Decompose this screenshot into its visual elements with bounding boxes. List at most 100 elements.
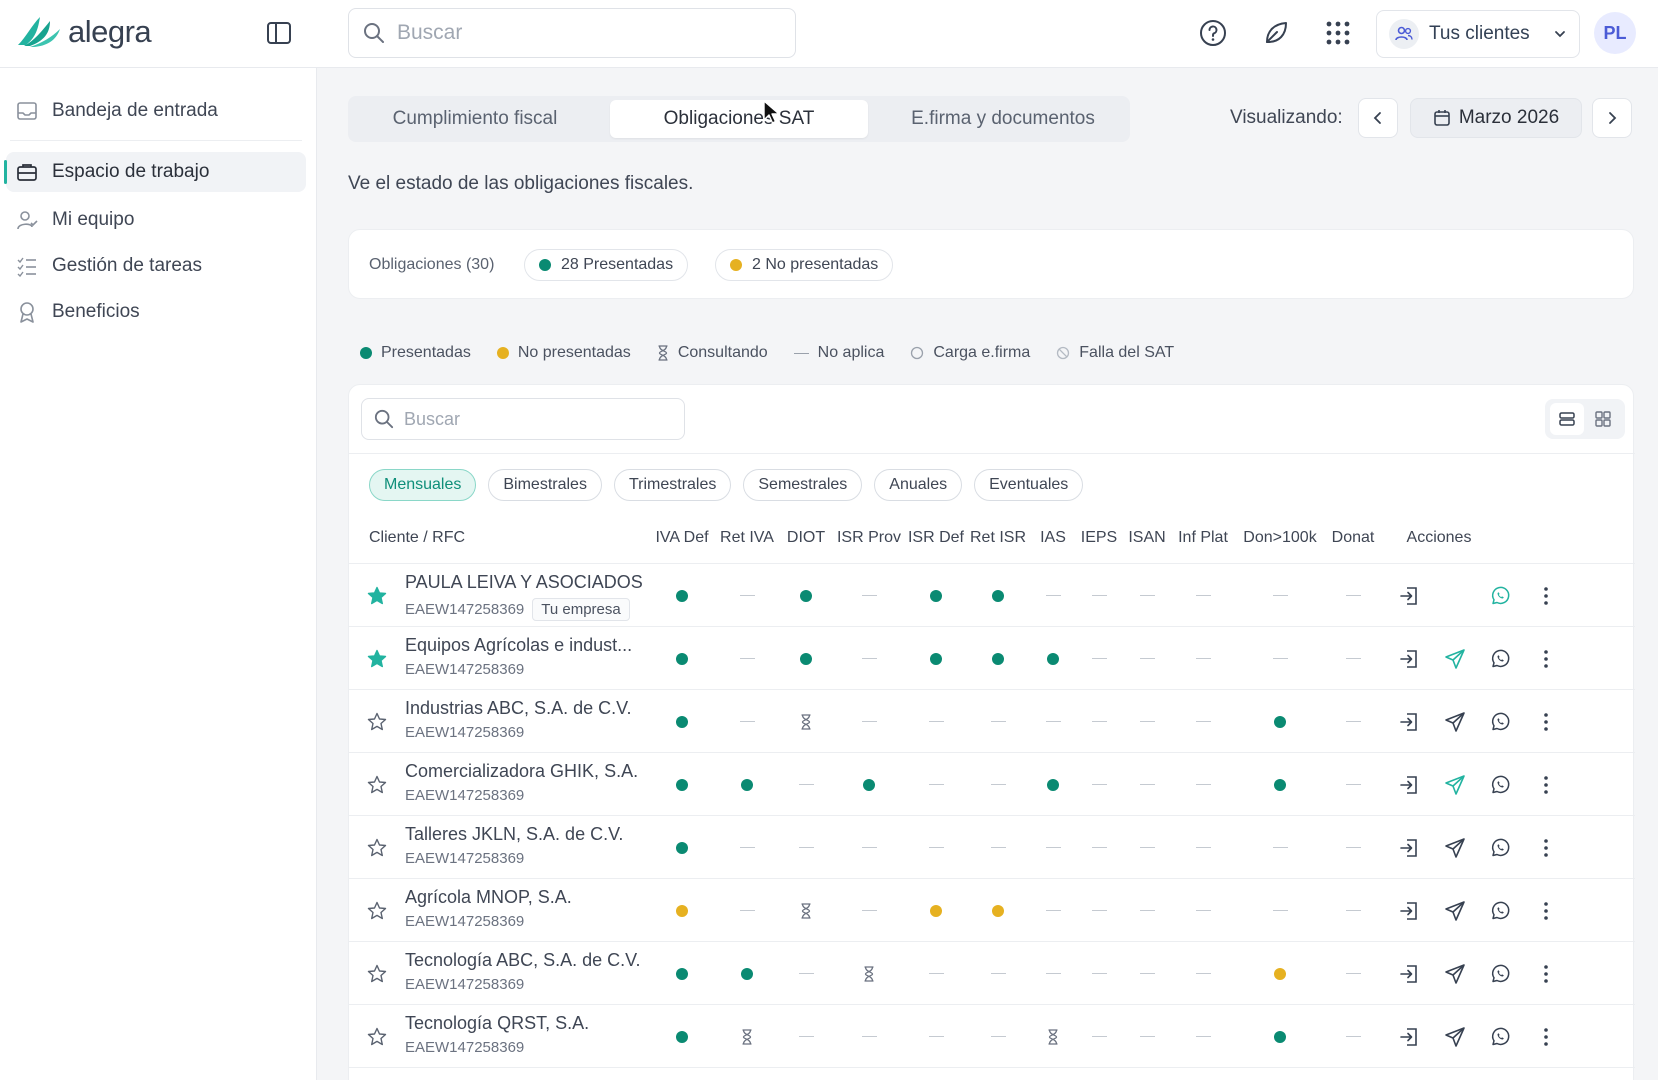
whatsapp-button[interactable]	[1488, 836, 1512, 860]
filter-chip[interactable]: Semestrales	[743, 469, 863, 501]
global-search[interactable]	[348, 8, 796, 58]
not-presented-count-pill[interactable]: 2 No presentadas	[715, 249, 894, 281]
table-row[interactable]: Industrias ABC, S.A. de C.V. EAEW14725836…	[349, 690, 1635, 753]
favorite-star-button[interactable]	[367, 775, 387, 795]
table-row[interactable]: Comercializadora GHIK, S.A. EAEW147258369	[349, 753, 1635, 816]
more-options-button[interactable]	[1534, 836, 1558, 860]
table-row[interactable]: PAULA LEIVA Y ASOCIADOS EAEW147258369 Tu e…	[349, 564, 1635, 627]
sidebar-toggle-icon[interactable]	[266, 20, 292, 46]
table-search[interactable]	[361, 398, 685, 440]
client-name[interactable]: Agrícola MNOP, S.A.	[405, 887, 572, 908]
send-button[interactable]	[1443, 899, 1467, 923]
table-row[interactable]: Tecnología QRST, S.A. EAEW147258369	[349, 1005, 1635, 1068]
filter-chip[interactable]: Trimestrales	[613, 469, 732, 501]
send-button[interactable]	[1443, 710, 1467, 734]
alegra-logo[interactable]: alegra	[16, 14, 152, 50]
table-row[interactable]: Agrícola MNOP, S.A. EAEW147258369	[349, 879, 1635, 942]
client-switcher[interactable]: Tus clientes	[1376, 10, 1580, 58]
sidebar-item-inbox[interactable]: Bandeja de entrada	[6, 91, 306, 131]
obligation-status-cell[interactable]	[1233, 942, 1327, 1005]
obligation-status-cell[interactable]	[779, 690, 833, 753]
obligation-status-cell[interactable]	[649, 1005, 715, 1068]
more-options-button[interactable]	[1534, 899, 1558, 923]
column-header[interactable]: IEPS	[1077, 513, 1121, 563]
column-header[interactable]: IVA Def	[649, 513, 715, 563]
more-options-button[interactable]	[1534, 1025, 1558, 1049]
previous-month-button[interactable]	[1358, 98, 1398, 138]
whatsapp-button[interactable]	[1488, 647, 1512, 671]
apps-grid-icon[interactable]	[1323, 18, 1353, 48]
column-header[interactable]: Ret IVA	[715, 513, 779, 563]
column-header[interactable]: DIOT	[779, 513, 833, 563]
favorite-star-button[interactable]	[367, 712, 387, 732]
obligation-status-cell[interactable]	[715, 753, 779, 816]
obligation-status-cell[interactable]	[967, 564, 1029, 627]
obligation-status-cell[interactable]	[649, 816, 715, 879]
column-header[interactable]: Ret ISR	[967, 513, 1029, 563]
obligation-status-cell[interactable]	[1029, 627, 1077, 690]
whatsapp-button[interactable]	[1488, 584, 1512, 608]
enter-client-button[interactable]	[1397, 773, 1421, 797]
obligation-status-cell[interactable]	[833, 753, 905, 816]
obligation-status-cell[interactable]	[1233, 753, 1327, 816]
sidebar-item-benefits[interactable]: Beneficios	[6, 292, 306, 332]
next-month-button[interactable]	[1592, 98, 1632, 138]
send-button[interactable]	[1443, 647, 1467, 671]
obligation-status-cell[interactable]	[649, 753, 715, 816]
tab-efirma-documents[interactable]: E.firma y documentos	[880, 100, 1126, 138]
more-options-button[interactable]	[1534, 584, 1558, 608]
obligation-status-cell[interactable]	[649, 690, 715, 753]
client-name[interactable]: PAULA LEIVA Y ASOCIADOS	[405, 572, 643, 593]
sidebar-item-team[interactable]: Mi equipo	[6, 200, 306, 240]
more-options-button[interactable]	[1534, 962, 1558, 986]
leaf-feedback-icon[interactable]	[1261, 18, 1291, 48]
obligation-status-cell[interactable]	[715, 942, 779, 1005]
enter-client-button[interactable]	[1397, 899, 1421, 923]
whatsapp-button[interactable]	[1488, 962, 1512, 986]
send-button[interactable]	[1443, 836, 1467, 860]
month-picker-button[interactable]: Marzo 2026	[1410, 98, 1582, 138]
client-name[interactable]: Tecnología QRST, S.A.	[405, 1013, 589, 1034]
obligation-status-cell[interactable]	[779, 564, 833, 627]
obligation-status-cell[interactable]	[1233, 690, 1327, 753]
obligation-status-cell[interactable]	[905, 627, 967, 690]
client-name[interactable]: Equipos Agrícolas e indust...	[405, 635, 632, 656]
obligation-status-cell[interactable]	[779, 879, 833, 942]
enter-client-button[interactable]	[1397, 710, 1421, 734]
sidebar-item-workspace[interactable]: Espacio de trabajo	[4, 152, 306, 192]
list-view-button[interactable]	[1550, 403, 1584, 435]
favorite-star-button[interactable]	[367, 1027, 387, 1047]
more-options-button[interactable]	[1534, 773, 1558, 797]
obligation-status-cell[interactable]	[1029, 1005, 1077, 1068]
whatsapp-button[interactable]	[1488, 773, 1512, 797]
column-header[interactable]: Inf Plat	[1173, 513, 1233, 563]
send-button[interactable]	[1443, 1025, 1467, 1049]
obligation-status-cell[interactable]	[649, 879, 715, 942]
help-icon[interactable]	[1198, 18, 1228, 48]
column-header[interactable]: ISR Def	[905, 513, 967, 563]
presented-count-pill[interactable]: 28 Presentadas	[524, 249, 689, 281]
favorite-star-button[interactable]	[367, 964, 387, 984]
obligation-status-cell[interactable]	[1233, 1005, 1327, 1068]
whatsapp-button[interactable]	[1488, 899, 1512, 923]
filter-chip[interactable]: Mensuales	[369, 469, 477, 501]
filter-chip[interactable]: Eventuales	[974, 469, 1084, 501]
global-search-input[interactable]	[397, 21, 777, 45]
table-row[interactable]: Talleres JKLN, S.A. de C.V. EAEW147258369	[349, 816, 1635, 879]
obligation-status-cell[interactable]	[1029, 753, 1077, 816]
client-name[interactable]: Tecnología ABC, S.A. de C.V.	[405, 950, 640, 971]
enter-client-button[interactable]	[1397, 836, 1421, 860]
send-button[interactable]	[1443, 773, 1467, 797]
table-row[interactable]: Equipos Agrícolas e indust... EAEW1472583…	[349, 627, 1635, 690]
column-header[interactable]: IAS	[1029, 513, 1077, 563]
enter-client-button[interactable]	[1397, 647, 1421, 671]
column-header-client[interactable]: Cliente / RFC	[349, 513, 649, 563]
filter-chip[interactable]: Bimestrales	[488, 469, 602, 501]
favorite-star-button[interactable]	[367, 586, 387, 606]
obligation-status-cell[interactable]	[779, 627, 833, 690]
filter-chip[interactable]: Anuales	[874, 469, 963, 501]
grid-view-button[interactable]	[1586, 403, 1620, 435]
send-button[interactable]	[1443, 962, 1467, 986]
obligation-status-cell[interactable]	[649, 564, 715, 627]
enter-client-button[interactable]	[1397, 1025, 1421, 1049]
